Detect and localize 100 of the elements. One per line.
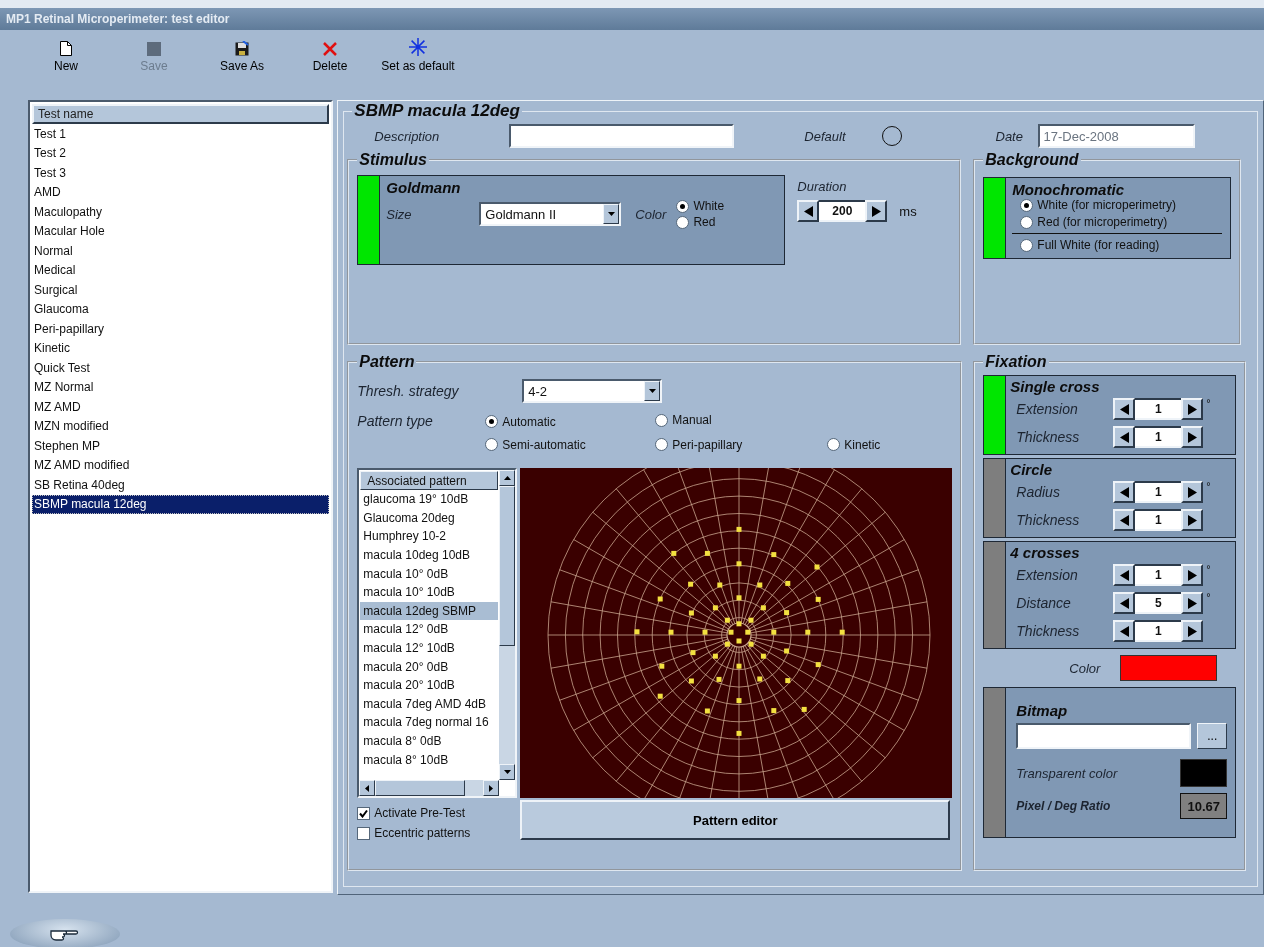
decrement-button[interactable] [1113, 564, 1136, 586]
radio-label[interactable]: Semi-automatic [502, 437, 586, 452]
increment-button[interactable] [1181, 509, 1204, 531]
decrement-button[interactable] [1113, 620, 1136, 642]
checkbox[interactable] [357, 806, 371, 820]
radio-label[interactable]: Manual [672, 413, 712, 427]
value-field[interactable]: 1 [1135, 398, 1182, 420]
pattern-list-item[interactable]: macula 10deg 10dB [360, 545, 499, 565]
radio-button[interactable] [655, 413, 669, 427]
decrement-button[interactable] [1113, 426, 1136, 448]
decrement-button[interactable] [1113, 592, 1136, 614]
radio-label[interactable]: Peri-papillary [672, 437, 743, 452]
decrement-button[interactable] [1113, 398, 1136, 420]
decrement-button[interactable] [1113, 481, 1136, 503]
checkbox-label[interactable]: Activate Pre-Test [374, 806, 465, 820]
test-list-item[interactable]: Surgical [32, 280, 330, 300]
column-header[interactable]: Associated pattern [360, 471, 499, 490]
pattern-list-item[interactable]: macula 7deg AMD 4dB [360, 694, 499, 714]
pattern-list-item[interactable]: macula 8° 10dB [360, 750, 499, 769]
horizontal-scrollbar[interactable] [359, 780, 500, 796]
pattern-list-item[interactable]: Glaucoma 20deg [360, 508, 499, 528]
file-path-field[interactable] [1016, 723, 1192, 749]
increment-button[interactable] [1181, 426, 1204, 448]
radio-label[interactable]: Red (for microperimetry) [1037, 215, 1168, 229]
radio-button[interactable] [1020, 215, 1034, 229]
color-swatch[interactable] [1180, 759, 1228, 787]
test-list-item[interactable]: Glaucoma [32, 299, 330, 319]
vertical-scrollbar[interactable] [499, 470, 516, 780]
test-list-item[interactable]: SB Retina 40deg [32, 475, 330, 495]
radio-button[interactable] [1020, 198, 1034, 212]
test-list-item[interactable]: Medical [32, 260, 330, 280]
increment-button[interactable] [1181, 564, 1204, 586]
value-field[interactable]: 200 [819, 200, 866, 222]
test-list-item[interactable]: Quick Test [32, 358, 330, 378]
pattern-list-item[interactable]: glaucoma 19° 10dB [360, 490, 499, 509]
radio-button[interactable] [485, 415, 499, 428]
pattern-list-item[interactable]: macula 20° 0dB [360, 657, 499, 676]
description-field[interactable] [509, 124, 735, 148]
radio-label[interactable]: Full White (for reading) [1037, 238, 1160, 252]
pattern-editor-button[interactable]: Pattern editor [520, 800, 951, 840]
browse-button[interactable]: ... [1197, 723, 1228, 749]
pattern-list-item[interactable]: macula 10° 10dB [360, 582, 499, 602]
value-field[interactable]: 5 [1135, 592, 1182, 614]
pattern-list-item[interactable]: macula 20° 10dB [360, 675, 499, 695]
pattern-list-item[interactable]: macula 12° 10dB [360, 638, 499, 658]
value-field[interactable]: 1 [1135, 620, 1182, 642]
test-list-item[interactable]: Maculopathy [32, 202, 330, 222]
radio-button[interactable] [827, 438, 841, 451]
test-list-item[interactable]: Normal [32, 241, 330, 261]
radio-button[interactable] [676, 215, 690, 229]
decrement-button[interactable] [1113, 509, 1136, 531]
increment-button[interactable] [1181, 398, 1204, 420]
test-list-item[interactable]: Peri-papillary [32, 319, 330, 339]
pattern-list-item[interactable]: macula 12° 0dB [360, 620, 499, 639]
pattern-list-item[interactable]: macula 10° 0dB [360, 564, 499, 583]
radio-button[interactable] [676, 199, 690, 213]
test-list-item[interactable]: Kinetic [32, 338, 330, 358]
radio-button[interactable] [485, 438, 499, 451]
increment-button[interactable] [1181, 592, 1204, 614]
strategy-dropdown[interactable]: 4-2 [522, 379, 663, 403]
date-field[interactable]: 17-Dec-2008 [1037, 124, 1195, 148]
toolbar-button[interactable]: New [22, 37, 110, 73]
pattern-list-item[interactable]: macula 12deg SBMP [360, 601, 499, 621]
radio-label[interactable]: White [693, 199, 725, 213]
test-list-item[interactable]: MZN modified [32, 416, 330, 436]
test-list-item[interactable]: MZ AMD [32, 397, 330, 417]
value-field[interactable]: 1 [1135, 564, 1182, 586]
test-list-item[interactable]: AMD [32, 182, 330, 202]
test-list-item[interactable]: Test 3 [32, 163, 330, 183]
value-field[interactable]: 1 [1135, 509, 1182, 531]
checkbox-label[interactable]: Eccentric patterns [374, 826, 471, 840]
test-list-item[interactable]: MZ AMD modified [32, 455, 330, 475]
test-list-item[interactable]: MZ Normal [32, 377, 330, 397]
radio-button[interactable] [1020, 238, 1034, 252]
radio-label[interactable]: Kinetic [844, 437, 881, 452]
pattern-list-item[interactable]: macula 7deg normal 16 [360, 713, 499, 732]
radio-label[interactable]: Red [693, 215, 716, 229]
test-list-item[interactable]: SBMP macula 12deg [32, 494, 330, 514]
pattern-list-item[interactable]: Humphrey 10-2 [360, 527, 499, 546]
radio-label[interactable]: White (for microperimetry) [1037, 198, 1176, 212]
test-list-item[interactable]: Macular Hole [32, 221, 330, 241]
increment-button[interactable] [865, 200, 888, 222]
column-header[interactable]: Test name [32, 104, 330, 124]
increment-button[interactable] [1181, 620, 1204, 642]
test-list-item[interactable]: Stephen MP [32, 436, 330, 456]
toolbar-button[interactable]: Delete [286, 37, 374, 73]
radio-label[interactable]: Automatic [502, 414, 556, 429]
value-field[interactable]: 1 [1135, 426, 1182, 448]
toolbar-button[interactable]: Save As [198, 37, 286, 73]
increment-button[interactable] [1181, 481, 1204, 503]
size-dropdown[interactable]: Goldmann II [479, 202, 622, 226]
value-field[interactable]: 1 [1135, 481, 1182, 503]
pattern-list-item[interactable]: macula 8° 0dB [360, 731, 499, 751]
decrement-button[interactable] [797, 200, 820, 222]
toolbar-button[interactable]: Set as default [374, 37, 462, 73]
color-swatch[interactable] [1120, 655, 1218, 681]
test-list-item[interactable]: Test 2 [32, 143, 330, 163]
test-list-item[interactable]: Test 1 [32, 124, 330, 144]
checkbox[interactable] [357, 826, 371, 840]
radio-button[interactable] [655, 438, 669, 451]
